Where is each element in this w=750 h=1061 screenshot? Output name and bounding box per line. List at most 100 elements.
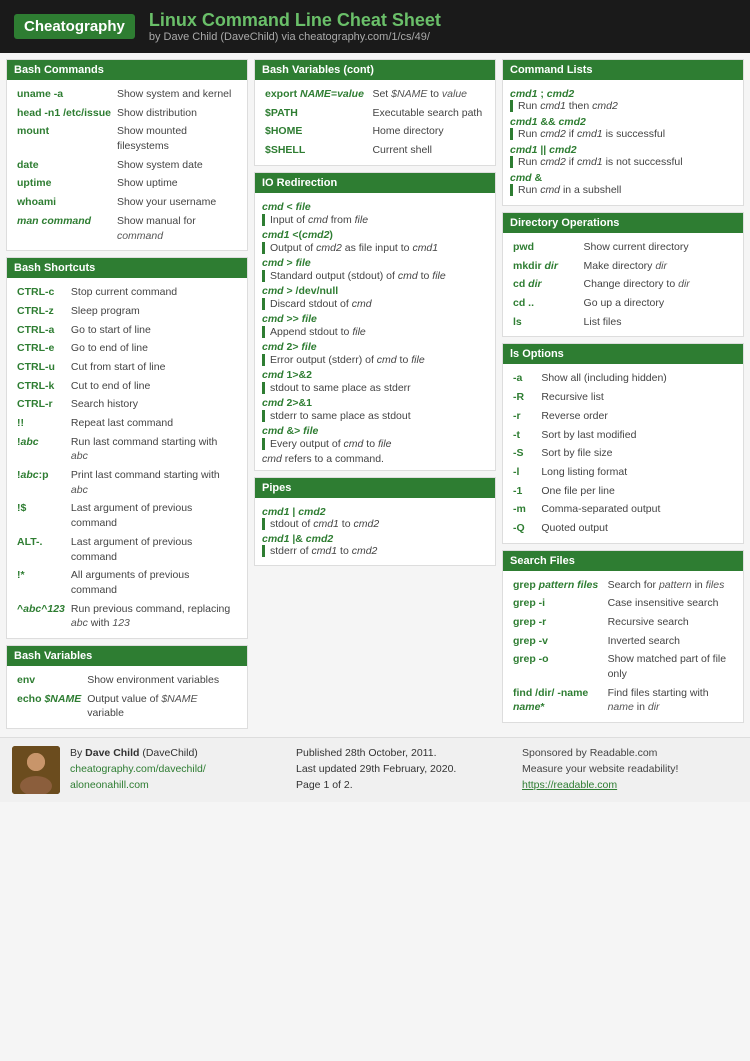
- table-row: CTRL-e Go to end of line: [14, 339, 240, 358]
- table-row: grep -v Inverted search: [510, 632, 736, 651]
- bash-variables-body: env Show environment variables echo $NAM…: [7, 666, 247, 728]
- ls-options-table: -a Show all (including hidden) -R Recurs…: [510, 369, 736, 537]
- table-row: cd .. Go up a directory: [510, 294, 736, 313]
- table-row: ALT-. Last argument of previous command: [14, 533, 240, 566]
- pipe-block: cmd1 |& cmd2 stderr of cmd1 to cmd2: [262, 533, 488, 557]
- footer-published: Published 28th October, 2011.: [296, 746, 512, 762]
- table-row: grep -r Recursive search: [510, 613, 736, 632]
- footer: By Dave Child (DaveChild) cheatography.c…: [0, 737, 750, 802]
- logo: Cheatography: [14, 14, 135, 39]
- bash-variables-section: Bash Variables env Show environment vari…: [6, 645, 248, 729]
- table-row: whoami Show your username: [14, 193, 240, 212]
- table-row: $SHELL Current shell: [262, 141, 488, 160]
- io-block: cmd >> file Append stdout to file: [262, 313, 488, 338]
- io-block: cmd &> file Every output of cmd to file: [262, 425, 488, 450]
- table-row: -r Reverse order: [510, 407, 736, 426]
- table-row: !$ Last argument of previous command: [14, 499, 240, 532]
- bash-variables-cont-header: Bash Variables (cont): [255, 60, 495, 80]
- table-row: -1 One file per line: [510, 482, 736, 501]
- table-row: -R Recursive list: [510, 388, 736, 407]
- table-row: $HOME Home directory: [262, 122, 488, 141]
- table-row: !* All arguments of previous command: [14, 566, 240, 599]
- table-row: grep -i Case insensitive search: [510, 594, 736, 613]
- command-lists-section: Command Lists cmd1 ; cmd2 Run cmd1 then …: [502, 59, 744, 206]
- table-row: -Q Quoted output: [510, 519, 736, 538]
- table-row: -l Long listing format: [510, 463, 736, 482]
- bash-shortcuts-section: Bash Shortcuts CTRL-c Stop current comma…: [6, 257, 248, 639]
- pipes-body: cmd1 | cmd2 stdout of cmd1 to cmd2 cmd1 …: [255, 498, 495, 565]
- page-title: Linux Command Line Cheat Sheet: [149, 10, 441, 31]
- command-lists-body: cmd1 ; cmd2 Run cmd1 then cmd2 cmd1 && c…: [503, 80, 743, 205]
- footer-link1: cheatography.com/davechild/: [70, 762, 286, 778]
- search-files-header: Search Files: [503, 551, 743, 571]
- io-redirection-section: IO Redirection cmd < file Input of cmd f…: [254, 172, 496, 471]
- search-files-section: Search Files grep pattern files Search f…: [502, 550, 744, 724]
- table-row: grep -o Show matched part of file only: [510, 650, 736, 683]
- table-row: find /dir/ -name name* Find files starti…: [510, 684, 736, 717]
- table-row: -a Show all (including hidden): [510, 369, 736, 388]
- table-row: mount Show mounted filesystems: [14, 122, 240, 155]
- io-block: cmd < file Input of cmd from file: [262, 201, 488, 226]
- io-redirection-body: cmd < file Input of cmd from file cmd1 <…: [255, 193, 495, 470]
- table-row: mkdir dir Make directory dir: [510, 257, 736, 276]
- directory-operations-body: pwd Show current directory mkdir dir Mak…: [503, 233, 743, 336]
- sponsored-desc: Measure your website readability!: [522, 762, 738, 778]
- directory-operations-header: Directory Operations: [503, 213, 743, 233]
- table-row: head -n1 /etc/issue Show distribution: [14, 104, 240, 123]
- table-row: cd dir Change directory to dir: [510, 275, 736, 294]
- footer-author: By Dave Child (DaveChild): [70, 746, 286, 762]
- io-block: cmd 1>&2 stdout to same place as stderr: [262, 369, 488, 394]
- search-files-table: grep pattern files Search for pattern in…: [510, 576, 736, 718]
- bash-variables-table: env Show environment variables echo $NAM…: [14, 671, 240, 723]
- search-files-body: grep pattern files Search for pattern in…: [503, 571, 743, 723]
- ls-options-section: ls Options -a Show all (including hidden…: [502, 343, 744, 543]
- footer-sponsored: Sponsored by Readable.com Measure your w…: [522, 746, 738, 793]
- table-row: CTRL-a Go to start of line: [14, 321, 240, 340]
- sponsored-by: Sponsored by Readable.com: [522, 746, 738, 762]
- bash-variables-cont-body: export NAME=value Set $NAME to value $PA…: [255, 80, 495, 165]
- table-row: !abc Run last command starting with abc: [14, 433, 240, 466]
- io-note: cmd refers to a command.: [262, 453, 488, 465]
- directory-operations-section: Directory Operations pwd Show current di…: [502, 212, 744, 337]
- table-row: CTRL-z Sleep program: [14, 302, 240, 321]
- directory-operations-table: pwd Show current directory mkdir dir Mak…: [510, 238, 736, 331]
- bash-commands-body: uname -a Show system and kernel head -n1…: [7, 80, 247, 250]
- bash-commands-section: Bash Commands uname -a Show system and k…: [6, 59, 248, 251]
- io-block: cmd 2> file Error output (stderr) of cmd…: [262, 341, 488, 366]
- table-row: ls List files: [510, 313, 736, 332]
- footer-author-info: By Dave Child (DaveChild) cheatography.c…: [70, 746, 286, 793]
- header-title: Linux Command Line Cheat Sheet by Dave C…: [149, 10, 441, 43]
- table-row: !! Repeat last command: [14, 414, 240, 433]
- bash-commands-table: uname -a Show system and kernel head -n1…: [14, 85, 240, 245]
- table-row: !abc:p Print last command starting with …: [14, 466, 240, 499]
- cl-block: cmd & Run cmd in a subshell: [510, 172, 736, 196]
- table-row: CTRL-k Cut to end of line: [14, 377, 240, 396]
- bash-variables-cont-table: export NAME=value Set $NAME to value $PA…: [262, 85, 488, 160]
- footer-meta: Published 28th October, 2011. Last updat…: [296, 746, 512, 793]
- table-row: -S Sort by file size: [510, 444, 736, 463]
- sponsored-link: https://readable.com: [522, 778, 738, 794]
- table-row: CTRL-c Stop current command: [14, 283, 240, 302]
- ls-options-body: -a Show all (including hidden) -R Recurs…: [503, 364, 743, 542]
- pipe-block: cmd1 | cmd2 stdout of cmd1 to cmd2: [262, 506, 488, 530]
- column-3: Command Lists cmd1 ; cmd2 Run cmd1 then …: [502, 59, 744, 729]
- bash-shortcuts-table: CTRL-c Stop current command CTRL-z Sleep…: [14, 283, 240, 633]
- table-row: ^abc^123 Run previous command, replacing…: [14, 600, 240, 633]
- author-avatar: [12, 746, 60, 794]
- table-row: -t Sort by last modified: [510, 426, 736, 445]
- main-content: Bash Commands uname -a Show system and k…: [0, 53, 750, 735]
- table-row: uname -a Show system and kernel: [14, 85, 240, 104]
- ls-options-header: ls Options: [503, 344, 743, 364]
- column-2: Bash Variables (cont) export NAME=value …: [254, 59, 496, 729]
- footer-page: Page 1 of 2.: [296, 778, 512, 794]
- io-block: cmd > file Standard output (stdout) of c…: [262, 257, 488, 282]
- header: Cheatography Linux Command Line Cheat Sh…: [0, 0, 750, 53]
- footer-updated: Last updated 29th February, 2020.: [296, 762, 512, 778]
- bash-variables-cont-section: Bash Variables (cont) export NAME=value …: [254, 59, 496, 166]
- bash-variables-header: Bash Variables: [7, 646, 247, 666]
- io-block: cmd1 <(cmd2) Output of cmd2 as file inpu…: [262, 229, 488, 254]
- table-row: man command Show manual for command: [14, 212, 240, 245]
- footer-link2: aloneonahill.com: [70, 778, 286, 794]
- table-row: grep pattern files Search for pattern in…: [510, 576, 736, 595]
- bash-commands-header: Bash Commands: [7, 60, 247, 80]
